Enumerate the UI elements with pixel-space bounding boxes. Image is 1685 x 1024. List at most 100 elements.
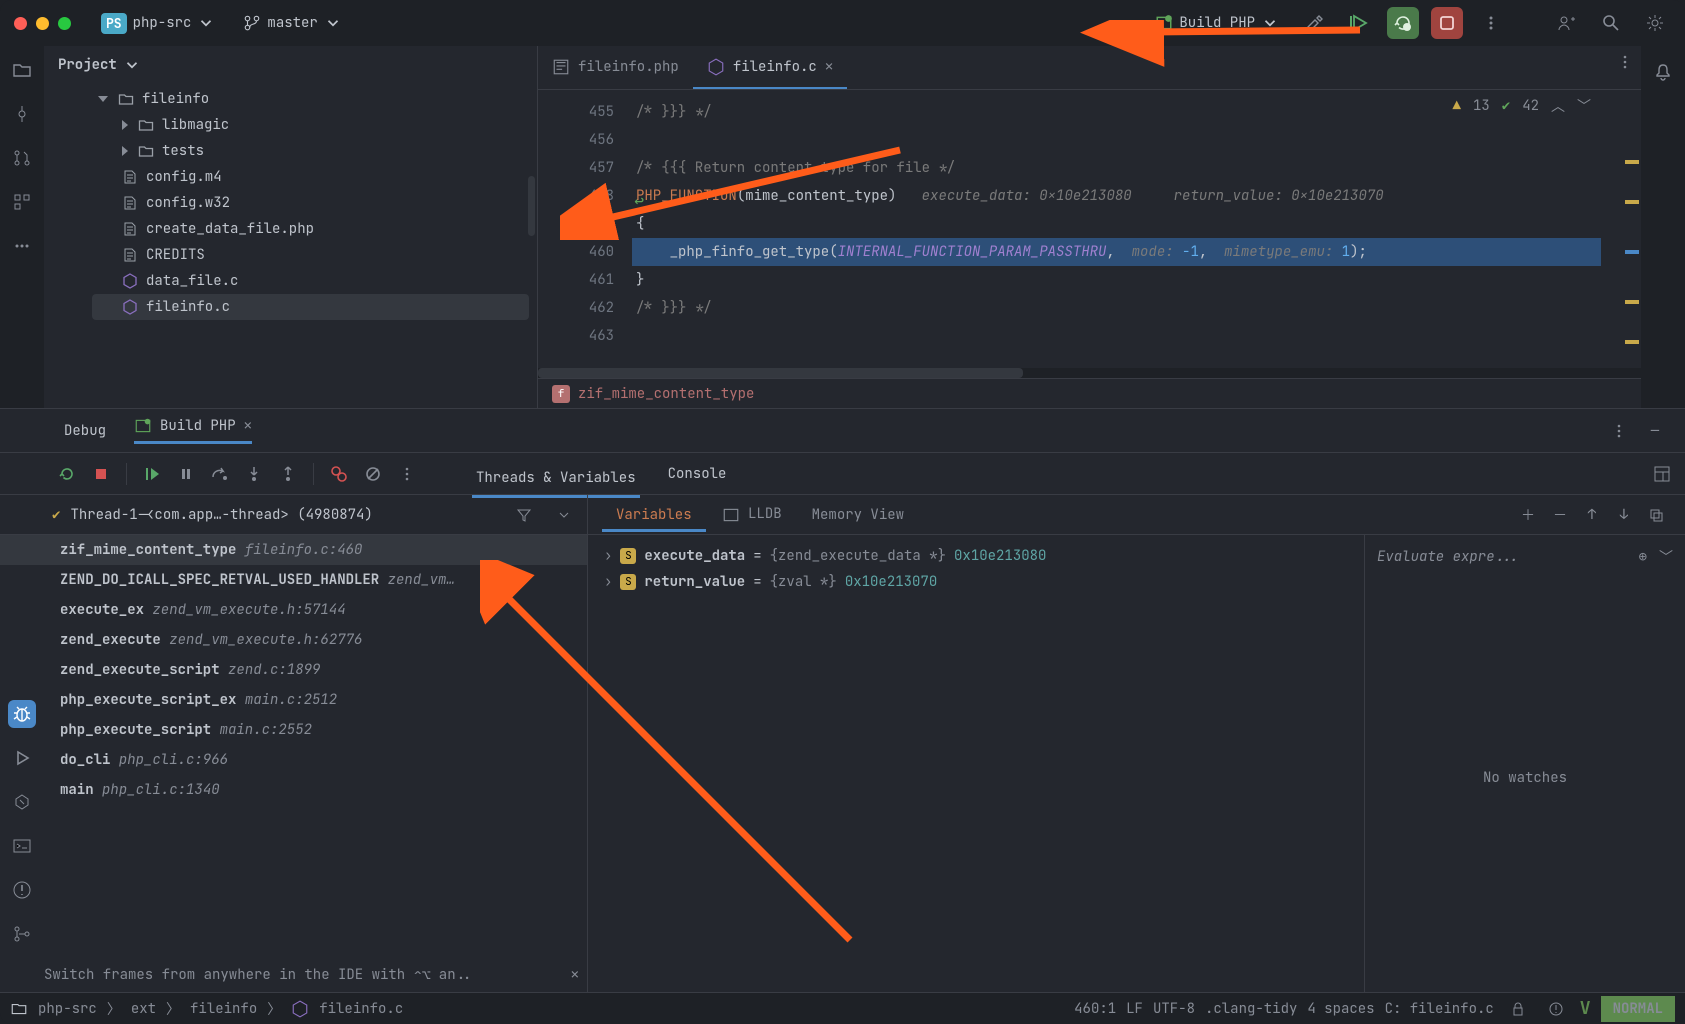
tab-fileinfo-c[interactable]: fileinfo.c ✕	[693, 46, 847, 89]
close-hint-button[interactable]: ✕	[571, 966, 579, 984]
project-tree-item[interactable]: tests	[92, 138, 529, 164]
step-over-button[interactable]	[205, 459, 235, 489]
remove-watch-button[interactable]: －	[1545, 500, 1575, 530]
variables-tab[interactable]: Variables	[602, 498, 706, 532]
filter-frames-button[interactable]	[509, 500, 539, 530]
project-switcher[interactable]: PS php-src	[93, 9, 223, 38]
hide-debug-panel[interactable]: —	[1639, 415, 1671, 447]
debug-panel-options[interactable]	[1603, 415, 1635, 447]
services-tool-button[interactable]	[8, 788, 36, 816]
copy-watch-button[interactable]	[1641, 500, 1671, 530]
lock-icon[interactable]	[1504, 995, 1532, 1023]
debug-toolbar-more[interactable]	[392, 459, 422, 489]
project-tree-item[interactable]: fileinfo	[92, 86, 529, 112]
commit-tool-button[interactable]	[8, 100, 36, 128]
layout-settings-button[interactable]	[1647, 459, 1677, 489]
editor-inspections[interactable]: ▲13 ✔42 ︿ ﹀	[1453, 96, 1591, 116]
step-into-button[interactable]	[239, 459, 269, 489]
code-line[interactable]: PHP_FUNCTION(mime_content_type) execute_…	[632, 182, 1641, 210]
tab-fileinfo-php[interactable]: fileinfo.php	[538, 46, 693, 89]
frames-dropdown[interactable]	[549, 500, 579, 530]
pause-button[interactable]	[171, 459, 201, 489]
project-tree-item[interactable]: config.m4	[92, 164, 529, 190]
lldb-tab[interactable]: LLDB	[708, 497, 796, 531]
project-tool-button[interactable]	[8, 56, 36, 84]
indent-setting[interactable]: 4 spaces	[1307, 1000, 1374, 1018]
debug-tool-window-button[interactable]	[8, 700, 36, 728]
code-line[interactable]	[632, 126, 1641, 154]
run-tool-window-button[interactable]	[8, 744, 36, 772]
run-configuration-switcher[interactable]: Build PHP	[1147, 10, 1287, 36]
memory-view-tab[interactable]: Memory View	[798, 498, 918, 532]
stack-frame[interactable]: php_execute_script main.c:2552	[0, 715, 587, 745]
stack-frame[interactable]: execute_ex zend_vm_execute.h:57144	[0, 595, 587, 625]
editor-kebab-button[interactable]	[1609, 46, 1641, 78]
chevron-right-icon[interactable]: ›	[604, 547, 612, 565]
tree-expander-icon[interactable]	[122, 120, 128, 130]
search-everywhere-button[interactable]	[1595, 7, 1627, 39]
debug-rerun-button[interactable]	[1387, 7, 1419, 39]
add-watch-expr-icon[interactable]: ⊕	[1639, 548, 1647, 566]
watch-down-button[interactable]: ↓	[1609, 500, 1639, 530]
tree-expander-icon[interactable]	[122, 146, 128, 156]
next-highlight-button[interactable]: ﹀	[1577, 96, 1591, 116]
stack-frame[interactable]: zif_mime_content_type fileinfo.c:460	[0, 535, 587, 565]
stack-frame[interactable]: do_cli php_cli.c:966	[0, 745, 587, 775]
close-tab-button[interactable]: ✕	[825, 58, 833, 76]
problems-tool-button[interactable]	[8, 876, 36, 904]
file-type[interactable]: .clang-tidy	[1205, 1000, 1297, 1018]
vim-plugin-icon[interactable]: V	[1580, 997, 1591, 1020]
vcs-branch-switcher[interactable]: master	[235, 10, 349, 36]
settings-button[interactable]	[1639, 7, 1671, 39]
watch-expand-icon[interactable]: ﹀	[1659, 547, 1673, 567]
rerun-button[interactable]	[52, 459, 82, 489]
pull-request-tool-button[interactable]	[8, 144, 36, 172]
code-line[interactable]: {	[632, 210, 1641, 238]
stack-frame[interactable]: ZEND_DO_ICALL_SPEC_RETVAL_USED_HANDLER z…	[0, 565, 587, 595]
run-button[interactable]	[1343, 7, 1375, 39]
line-separator[interactable]: LF	[1126, 1000, 1143, 1018]
status-problems-icon[interactable]	[1542, 995, 1570, 1023]
code-line[interactable]: }	[632, 266, 1641, 294]
view-breakpoints-button[interactable]	[324, 459, 354, 489]
more-tool-windows-button[interactable]	[8, 232, 36, 260]
cursor-position[interactable]: 460:1	[1074, 1000, 1116, 1018]
variable-row[interactable]: ›S execute_data = {zend_execute_data *} …	[596, 543, 1356, 569]
chevron-right-icon[interactable]: ›	[604, 573, 612, 591]
code-line[interactable]: /* {{{ Return content-type for file */	[632, 154, 1641, 182]
step-out-button[interactable]	[273, 459, 303, 489]
project-tree-item[interactable]: CREDITS	[92, 242, 529, 268]
build-button[interactable]	[1299, 7, 1331, 39]
navigation-bar[interactable]: php-src〉 ext〉 fileinfo〉 fileinfo.c	[10, 999, 403, 1019]
vcs-tool-button[interactable]	[8, 920, 36, 948]
project-tree-item[interactable]: libmagic	[92, 112, 529, 138]
terminal-tool-button[interactable]	[8, 832, 36, 860]
collaborators-button[interactable]	[1551, 7, 1583, 39]
prev-highlight-button[interactable]: ︿	[1551, 96, 1565, 116]
debug-tool-tab[interactable]: Debug	[52, 414, 118, 448]
debug-config-tab[interactable]: Build PHP ✕	[122, 409, 264, 452]
project-tree-item[interactable]: data_file.c	[92, 268, 529, 294]
editor-horizontal-scrollbar[interactable]	[538, 368, 1641, 378]
stack-frame[interactable]: zend_execute zend_vm_execute.h:62776	[0, 625, 587, 655]
tree-expander-icon[interactable]	[98, 96, 108, 102]
stack-frame[interactable]: zend_execute_script zend.c:1899	[0, 655, 587, 685]
code-line[interactable]	[632, 322, 1641, 350]
editor-breadcrumb-function[interactable]: zif_mime_content_type	[578, 385, 754, 403]
project-tree-item[interactable]: fileinfo.c	[92, 294, 529, 320]
stack-frame[interactable]: php_execute_script_ex main.c:2512	[0, 685, 587, 715]
add-watch-button[interactable]: ＋	[1513, 500, 1543, 530]
project-tree-item[interactable]: config.w32	[92, 190, 529, 216]
sidebar-scrollbar[interactable]	[528, 176, 535, 236]
watch-up-button[interactable]: ↑	[1577, 500, 1607, 530]
debug-stop-button[interactable]	[86, 459, 116, 489]
editor-error-stripe[interactable]	[1625, 130, 1639, 360]
variable-row[interactable]: ›S return_value = {zval *} 0x10e213070	[596, 569, 1356, 595]
file-encoding[interactable]: UTF-8	[1153, 1000, 1195, 1018]
context-label[interactable]: C: fileinfo.c	[1385, 1000, 1494, 1018]
code-line[interactable]: /* }}} */	[632, 294, 1641, 322]
console-tab[interactable]: Console	[656, 457, 739, 491]
watch-eval-input[interactable]: Evaluate expre...	[1377, 548, 1627, 566]
window-traffic-lights[interactable]	[14, 17, 71, 30]
mute-breakpoints-button[interactable]	[358, 459, 388, 489]
